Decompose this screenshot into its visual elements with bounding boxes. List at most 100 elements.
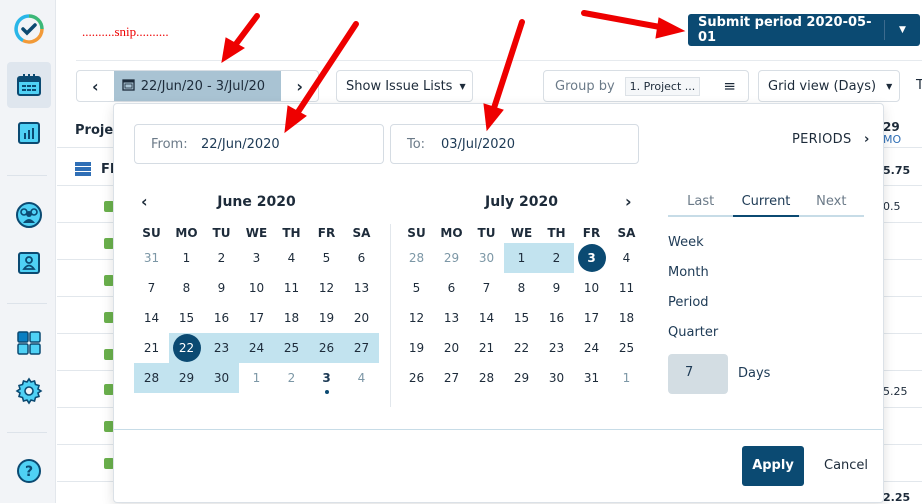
next-month-chevron-icon[interactable]: › (625, 192, 632, 211)
calendar-day[interactable]: 13 (344, 273, 379, 303)
calendar-day[interactable]: 11 (609, 273, 644, 303)
calendar-day[interactable]: 17 (574, 303, 609, 333)
cancel-button[interactable]: Cancel (824, 458, 868, 473)
calendar-day[interactable]: 26 (399, 363, 434, 393)
sidebar-item-settings[interactable] (7, 368, 51, 414)
calendar-day[interactable]: 1 (169, 243, 204, 273)
calendar-day[interactable]: 20 (434, 333, 469, 363)
prev-range-chevron-icon[interactable]: ‹ (77, 77, 114, 96)
sidebar-item-profile[interactable] (7, 240, 51, 286)
calendar-day[interactable]: 24 (239, 333, 274, 363)
period-option-month[interactable]: Month (668, 265, 709, 280)
calendar-day[interactable]: 19 (309, 303, 344, 333)
calendar-day[interactable]: 29 (504, 363, 539, 393)
calendar-day[interactable]: 24 (574, 333, 609, 363)
tab-last[interactable]: Last (668, 190, 733, 215)
calendar-day[interactable]: 30 (539, 363, 574, 393)
next-range-chevron-icon[interactable]: › (281, 77, 318, 96)
calendar-day[interactable]: 31 (134, 243, 169, 273)
submit-period-button[interactable]: Submit period 2020-05-01 ▼ (688, 14, 920, 46)
calendar-day[interactable]: 14 (469, 303, 504, 333)
calendar-day[interactable]: 2 (274, 363, 309, 393)
calendar-day[interactable]: 27 (344, 333, 379, 363)
calendar-day[interactable]: 3 (574, 243, 609, 273)
calendar-day[interactable]: 19 (399, 333, 434, 363)
calendar-day[interactable]: 7 (469, 273, 504, 303)
tab-current[interactable]: Current (733, 190, 799, 217)
calendar-day[interactable]: 9 (539, 273, 574, 303)
calendar-day[interactable]: 7 (134, 273, 169, 303)
calendar-day[interactable]: 5 (399, 273, 434, 303)
calendar-day[interactable]: 30 (469, 243, 504, 273)
show-issue-lists-dropdown[interactable]: Show Issue Lists ▼ (336, 70, 473, 102)
calendar-day[interactable]: 1 (609, 363, 644, 393)
calendar-day[interactable]: 25 (274, 333, 309, 363)
grid-view-dropdown[interactable]: Grid view (Days) ▼ (758, 70, 900, 102)
calendar-day[interactable]: 15 (504, 303, 539, 333)
calendar-day[interactable]: 30 (204, 363, 239, 393)
calendar-day[interactable]: 29 (169, 363, 204, 393)
calendar-day[interactable]: 28 (399, 243, 434, 273)
calendar-day[interactable]: 17 (239, 303, 274, 333)
calendar-day[interactable]: 11 (274, 273, 309, 303)
calendar-day[interactable]: 3 (309, 363, 344, 394)
calendar-day[interactable]: 31 (574, 363, 609, 393)
calendar-day[interactable]: 27 (434, 363, 469, 393)
calendar-day[interactable]: 23 (539, 333, 574, 363)
calendar-day[interactable]: 21 (134, 333, 169, 363)
calendar-day[interactable]: 6 (344, 243, 379, 273)
calendar-day[interactable]: 4 (609, 243, 644, 273)
calendar-day[interactable]: 3 (239, 243, 274, 273)
hamburger-icon[interactable]: ≡ (723, 77, 736, 95)
calendar-day[interactable]: 14 (134, 303, 169, 333)
calendar-day[interactable]: 2 (204, 243, 239, 273)
period-option-week[interactable]: Week (668, 235, 704, 250)
to-date-field[interactable]: To: 03/Jul/2020 (390, 124, 639, 164)
calendar-day[interactable]: 18 (609, 303, 644, 333)
caret-down-icon[interactable]: ▼ (885, 25, 920, 35)
calendar-day[interactable]: 18 (274, 303, 309, 333)
period-option-quarter[interactable]: Quarter (668, 325, 718, 340)
calendar-day[interactable]: 13 (434, 303, 469, 333)
days-input[interactable]: 7 (668, 354, 728, 394)
calendar-day[interactable]: 22 (169, 333, 204, 363)
app-logo[interactable] (7, 6, 51, 52)
tab-next[interactable]: Next (799, 190, 864, 215)
periods-toggle[interactable]: PERIODS › (792, 132, 870, 147)
sidebar-item-teams[interactable] (7, 192, 51, 238)
calendar-day[interactable]: 16 (204, 303, 239, 333)
calendar-day[interactable]: 8 (504, 273, 539, 303)
calendar-day[interactable]: 4 (344, 363, 379, 393)
calendar-day[interactable]: 26 (309, 333, 344, 363)
calendar-day[interactable]: 21 (469, 333, 504, 363)
calendar-day[interactable]: 28 (134, 363, 169, 393)
calendar-day[interactable]: 23 (204, 333, 239, 363)
calendar-day[interactable]: 20 (344, 303, 379, 333)
calendar-day[interactable]: 2 (539, 243, 574, 273)
calendar-day[interactable]: 25 (609, 333, 644, 363)
calendar-day[interactable]: 8 (169, 273, 204, 303)
calendar-day[interactable]: 6 (434, 273, 469, 303)
prev-month-chevron-icon[interactable]: ‹ (141, 192, 148, 211)
sidebar-item-help[interactable]: ? (7, 448, 51, 494)
group-by-chip[interactable]: 1. Project ... (624, 76, 701, 96)
date-range-button[interactable]: 22/Jun/20 - 3/Jul/20 (113, 71, 282, 101)
sidebar-item-apps[interactable] (7, 320, 51, 366)
calendar-day[interactable]: 12 (309, 273, 344, 303)
calendar-day[interactable]: 12 (399, 303, 434, 333)
calendar-day[interactable]: 10 (239, 273, 274, 303)
period-option-period[interactable]: Period (668, 295, 709, 310)
from-date-field[interactable]: From: 22/Jun/2020 (134, 124, 384, 164)
group-by-control[interactable]: Group by 1. Project ... ≡ (543, 70, 749, 102)
calendar-day[interactable]: 15 (169, 303, 204, 333)
calendar-day[interactable]: 28 (469, 363, 504, 393)
calendar-day[interactable]: 29 (434, 243, 469, 273)
apply-button[interactable]: Apply (742, 446, 804, 486)
sidebar-item-calendar[interactable] (7, 62, 51, 108)
calendar-day[interactable]: 4 (274, 243, 309, 273)
calendar-day[interactable]: 1 (239, 363, 274, 393)
sidebar-item-reports[interactable] (7, 110, 51, 156)
calendar-day[interactable]: 10 (574, 273, 609, 303)
calendar-day[interactable]: 16 (539, 303, 574, 333)
calendar-day[interactable]: 1 (504, 243, 539, 273)
